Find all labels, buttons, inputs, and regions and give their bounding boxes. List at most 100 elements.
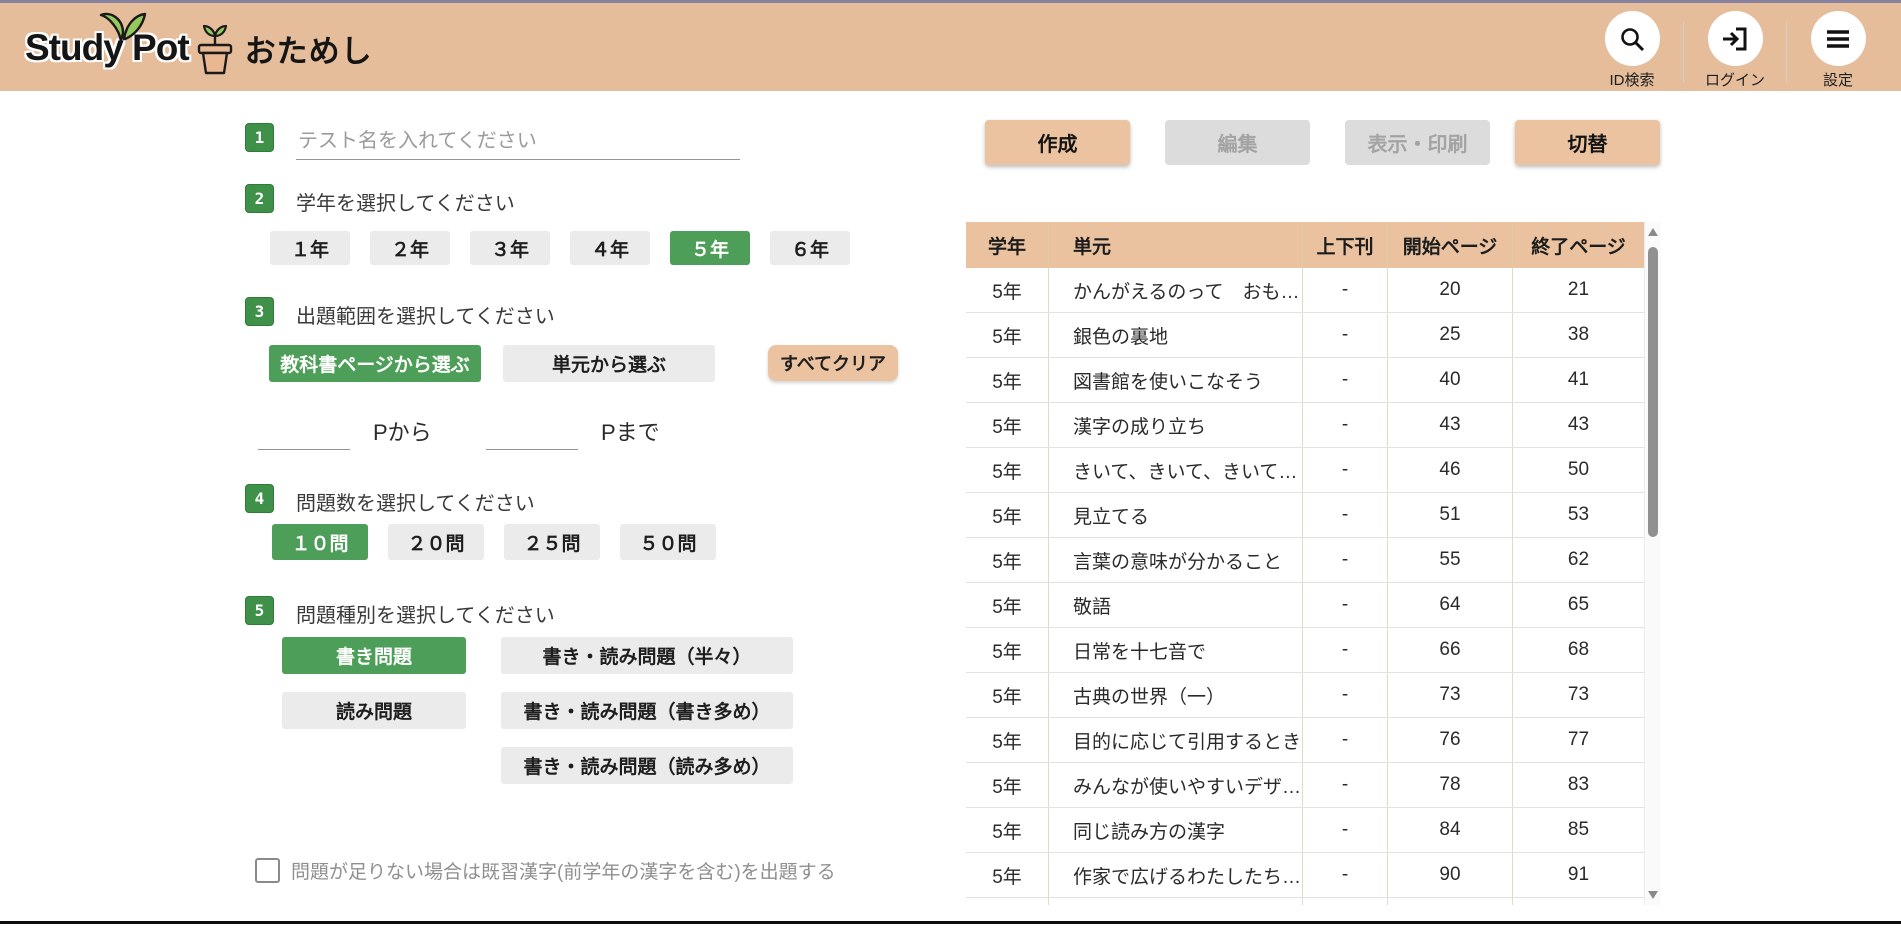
table-row[interactable]: 5年 みんなが使いやすいデザ… - 78 83 [966,763,1661,808]
page-from-input[interactable] [258,420,350,450]
page-to-input[interactable] [486,420,578,450]
table-scrollbar[interactable] [1644,222,1661,905]
cell-unit: きいて、きいて、きいて… [1049,448,1303,492]
pot-icon [195,24,235,76]
unit-table: 学年 単元 上下刊 開始ページ 終了ページ 5年 かんがえるのって おも… - … [966,222,1661,905]
step5-badge: 5 [245,596,274,625]
count-button-50[interactable]: ５０問 [620,524,716,560]
cell-volume: - [1303,808,1388,852]
cell-end-page: 50 [1513,448,1644,492]
scroll-up-icon[interactable] [1648,228,1658,236]
cell-end-page: 77 [1513,718,1644,762]
count-button-20[interactable]: ２０問 [388,524,484,560]
cell-unit: 同じ読み方の漢字 [1049,808,1303,852]
type-write-button[interactable]: 書き問題 [282,637,466,674]
cell-end-page: 21 [1513,268,1644,312]
type-step-label: 問題種別を選択してください [296,599,555,628]
table-row[interactable]: 5年 敬語 - 64 65 [966,583,1661,628]
cell-end-page: 41 [1513,358,1644,402]
count-button-25[interactable]: ２５問 [504,524,600,560]
select-by-unit-button[interactable]: 単元から選ぶ [503,345,715,382]
table-row[interactable]: 5年 かんがえるのって おも… - 20 21 [966,268,1661,313]
page-from-label: Pから [373,415,432,447]
scrollbar-thumb[interactable] [1648,247,1658,537]
search-icon[interactable] [1605,11,1660,66]
brand-logo[interactable]: Study Pot おためし [25,13,373,83]
type-read-heavy-button[interactable]: 書き・読み問題（読み多め） [501,747,793,784]
step4-badge: 4 [245,484,274,513]
cell-unit: 漢字の成り立ち [1049,403,1303,447]
range-step-label: 出題範囲を選択してください [296,300,555,329]
app-header: Study Pot おためし ID検索 [0,3,1901,91]
grade-button-2[interactable]: ２年 [370,231,450,265]
header-grade: 学年 [966,222,1049,268]
cell-start-page: 20 [1388,268,1513,312]
table-row[interactable]: 5年 見立てる - 51 53 [966,493,1661,538]
cell-volume: - [1303,763,1388,807]
id-search-button[interactable]: ID検索 [1581,3,1683,91]
cell-start-page: 66 [1388,628,1513,672]
scroll-down-icon[interactable] [1648,891,1658,899]
cell-volume: - [1303,268,1388,312]
table-header-row: 学年 単元 上下刊 開始ページ 終了ページ [966,222,1661,268]
table-row[interactable]: 5年 きいて、きいて、きいて… - 46 50 [966,448,1661,493]
cell-start-page: 55 [1388,538,1513,582]
table-row[interactable]: 5年 古典の世界（一） - 73 73 [966,673,1661,718]
step2-badge: 2 [245,184,274,213]
cell-grade: 5年 [966,313,1049,357]
table-row[interactable]: 5年 日常を十七音で - 66 68 [966,628,1661,673]
settings-button[interactable]: 設定 [1787,3,1889,91]
grade-button-3[interactable]: ３年 [470,231,550,265]
cell-volume: - [1303,493,1388,537]
cell-start-page: 90 [1388,853,1513,897]
table-row[interactable]: 5年 言葉の意味が分かること - 55 62 [966,538,1661,583]
cell-unit: 作家で広げるわたしたち… [1049,853,1303,897]
header-actions: ID検索 ログイン [1581,3,1889,91]
grade-button-5[interactable]: ５年 [670,231,750,265]
table-row[interactable]: 5年 作家で広げるわたしたち… - 90 91 [966,853,1661,898]
cell-volume: - [1303,583,1388,627]
login-label: ログイン [1705,69,1765,90]
table-row[interactable]: 5年 漢字の成り立ち - 43 43 [966,403,1661,448]
table-row[interactable]: 5年 銀色の裏地 - 25 38 [966,313,1661,358]
cell-start-page: 43 [1388,403,1513,447]
type-half-button[interactable]: 書き・読み問題（半々） [501,637,793,674]
grade-button-1[interactable]: １年 [270,231,350,265]
table-row[interactable]: 5年 目的に応じて引用するとき - 76 77 [966,718,1661,763]
cell-volume: - [1303,718,1388,762]
cell-unit: みんなが使いやすいデザ… [1049,763,1303,807]
count-button-10[interactable]: １０問 [272,524,368,560]
cell-unit: 目的に応じて引用するとき [1049,718,1303,762]
type-write-heavy-button[interactable]: 書き・読み問題（書き多め） [501,692,793,729]
table-row[interactable]: 5年 図書館を使いこなそう - 40 41 [966,358,1661,403]
grade-button-4[interactable]: ４年 [570,231,650,265]
select-by-page-button[interactable]: 教科書ページから選ぶ [269,345,481,382]
cell-grade: 5年 [966,628,1049,672]
cell-start-page: 46 [1388,448,1513,492]
header-unit: 単元 [1049,222,1303,268]
table-row-partial[interactable] [966,898,1661,905]
header-volume: 上下刊 [1303,222,1388,268]
test-name-input[interactable] [296,130,740,160]
cell-end-page: 43 [1513,403,1644,447]
cell-volume: - [1303,673,1388,717]
create-button[interactable]: 作成 [985,120,1130,165]
print-button: 表示・印刷 [1345,120,1490,165]
clear-all-button[interactable]: すべてクリア [768,345,898,381]
login-button[interactable]: ログイン [1684,3,1786,91]
cell-volume: - [1303,358,1388,402]
cell-grade: 5年 [966,493,1049,537]
menu-icon[interactable] [1811,11,1866,66]
insufficient-kanji-checkbox[interactable] [255,858,280,883]
page-to-label: Pまで [601,415,660,447]
switch-button[interactable]: 切替 [1515,120,1660,165]
type-read-button[interactable]: 読み問題 [282,692,466,729]
cell-unit: 銀色の裏地 [1049,313,1303,357]
cell-end-page: 38 [1513,313,1644,357]
table-row[interactable]: 5年 同じ読み方の漢字 - 84 85 [966,808,1661,853]
study-pot-app: Study Pot おためし ID検索 [0,0,1901,929]
grade-button-6[interactable]: ６年 [770,231,850,265]
login-icon[interactable] [1708,11,1763,66]
cell-grade: 5年 [966,808,1049,852]
cell-grade: 5年 [966,853,1049,897]
